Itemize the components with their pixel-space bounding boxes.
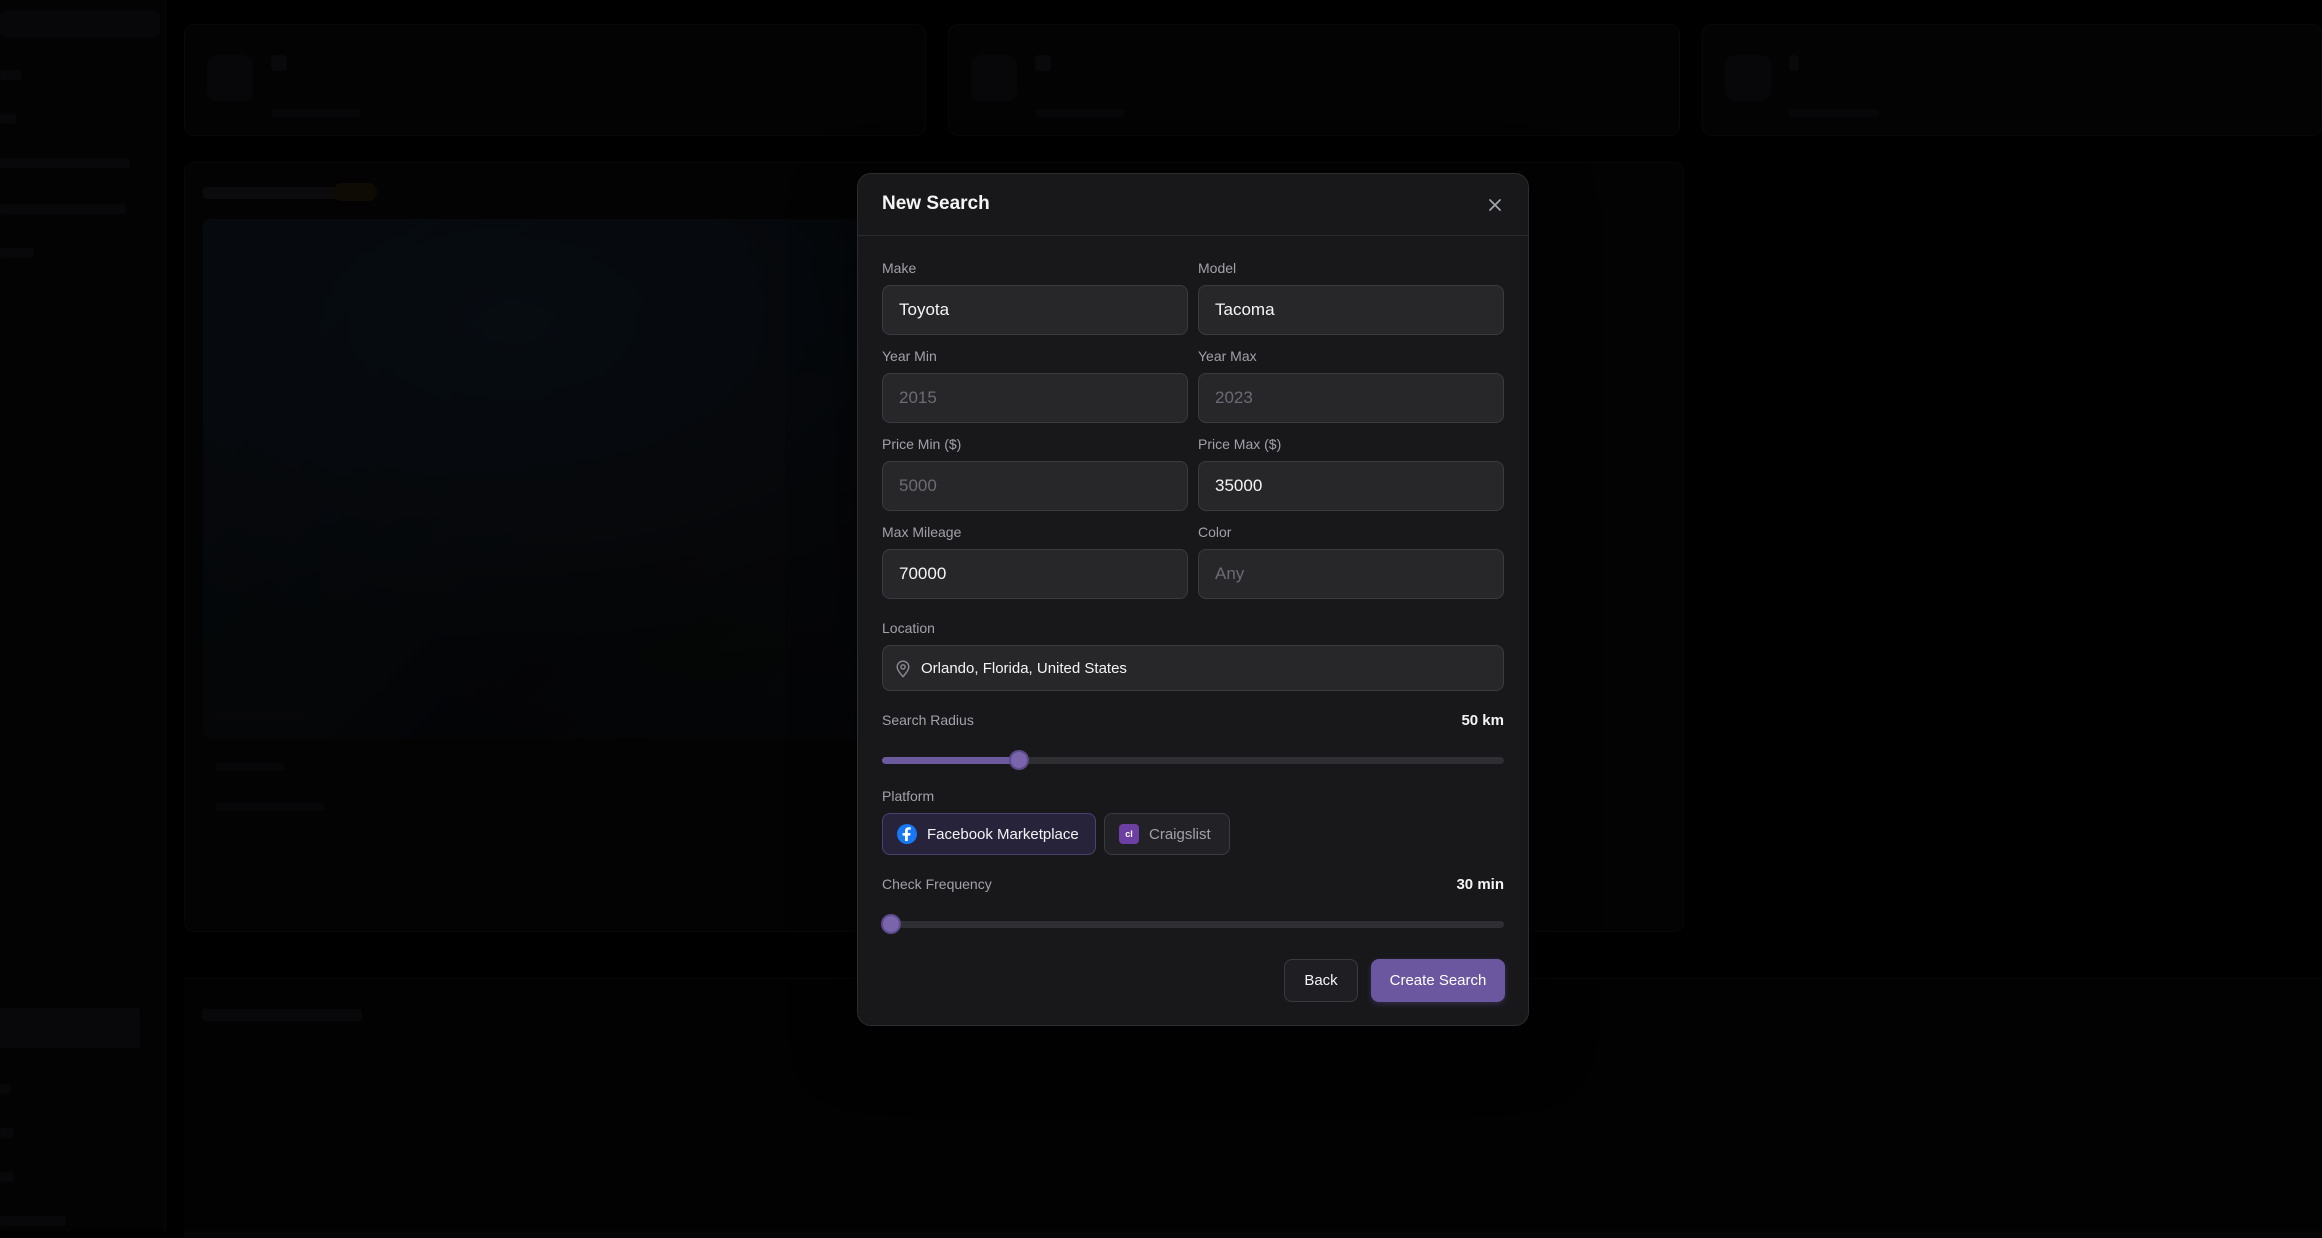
map-pin-icon xyxy=(895,660,911,678)
back-button[interactable]: Back xyxy=(1284,959,1358,1002)
location-field[interactable] xyxy=(882,645,1504,691)
platform-craigslist[interactable]: cl Craigslist xyxy=(1104,813,1230,855)
modal-header: New Search xyxy=(858,174,1528,236)
close-button[interactable] xyxy=(1484,194,1506,216)
new-search-modal: New Search Make Model Year Min Year Max … xyxy=(857,173,1529,1026)
year-max-label: Year Max xyxy=(1198,348,1257,364)
platform-craigslist-label: Craigslist xyxy=(1149,826,1211,843)
location-input[interactable] xyxy=(919,646,1499,690)
search-radius-label: Search Radius xyxy=(882,712,974,728)
search-radius-slider[interactable] xyxy=(882,757,1504,764)
price-max-input[interactable] xyxy=(1198,461,1504,511)
year-max-input[interactable] xyxy=(1198,373,1504,423)
location-label: Location xyxy=(882,620,935,636)
make-label: Make xyxy=(882,260,916,276)
price-min-label: Price Min ($) xyxy=(882,436,961,452)
year-min-input[interactable] xyxy=(882,373,1188,423)
search-radius-thumb[interactable] xyxy=(1009,750,1029,770)
price-max-label: Price Max ($) xyxy=(1198,436,1281,452)
modal-title: New Search xyxy=(882,193,990,215)
platform-label: Platform xyxy=(882,788,934,804)
craigslist-icon: cl xyxy=(1119,824,1139,844)
facebook-icon xyxy=(897,824,917,844)
price-min-input[interactable] xyxy=(882,461,1188,511)
model-input[interactable] xyxy=(1198,285,1504,335)
year-min-label: Year Min xyxy=(882,348,937,364)
check-frequency-thumb[interactable] xyxy=(881,914,901,934)
check-frequency-slider[interactable] xyxy=(882,921,1504,928)
max-mileage-input[interactable] xyxy=(882,549,1188,599)
max-mileage-label: Max Mileage xyxy=(882,524,961,540)
make-input[interactable] xyxy=(882,285,1188,335)
check-frequency-label: Check Frequency xyxy=(882,876,992,892)
color-input[interactable] xyxy=(1198,549,1504,599)
platform-facebook-marketplace[interactable]: Facebook Marketplace xyxy=(882,813,1096,855)
check-frequency-value: 30 min xyxy=(1456,876,1504,893)
platform-facebook-label: Facebook Marketplace xyxy=(927,826,1079,843)
model-label: Model xyxy=(1198,260,1236,276)
close-icon xyxy=(1487,197,1503,213)
color-label: Color xyxy=(1198,524,1231,540)
create-search-button[interactable]: Create Search xyxy=(1371,959,1505,1002)
search-radius-value: 50 km xyxy=(1461,712,1504,729)
search-radius-fill xyxy=(882,757,1019,764)
